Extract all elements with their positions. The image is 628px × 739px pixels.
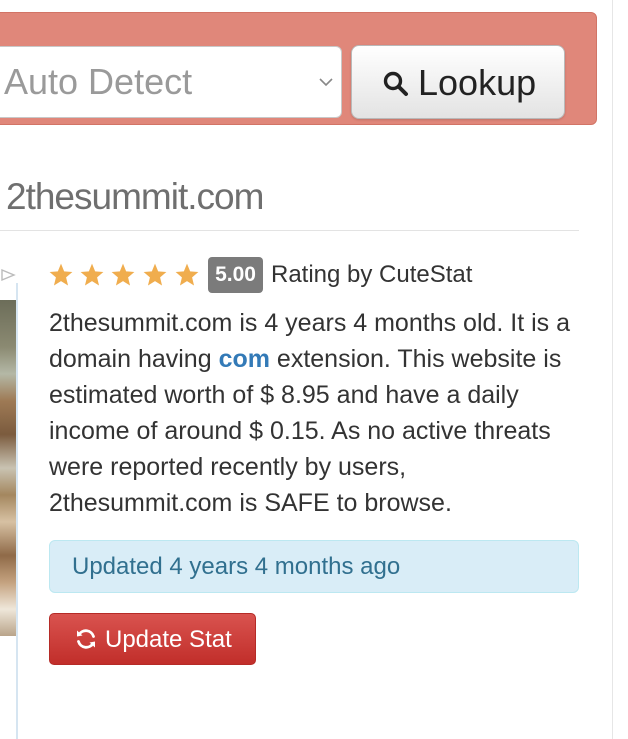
- type-select[interactable]: Auto Detect: [0, 46, 342, 118]
- lookup-button-label: Lookup: [418, 62, 537, 103]
- divider: [0, 230, 579, 231]
- rating-label: Rating by CuteStat: [271, 261, 473, 288]
- update-stat-label: Update Stat: [105, 626, 232, 653]
- refresh-icon: [77, 629, 95, 649]
- search-icon: [383, 71, 408, 96]
- chevron-down-icon: [319, 78, 333, 87]
- updated-text: Updated 4 years 4 months ago: [72, 553, 401, 580]
- search-bar: Auto Detect Lookup: [0, 12, 597, 125]
- site-description: 2thesummit.com is 4 years 4 months old. …: [49, 305, 589, 521]
- rating-stars: [48, 262, 203, 290]
- type-select-value: Auto Detect: [4, 61, 193, 102]
- site-thumbnail[interactable]: [0, 300, 16, 636]
- updated-alert: Updated 4 years 4 months ago: [49, 540, 579, 593]
- rating-score-badge: 5.00: [208, 257, 263, 293]
- page-title: 2thesummit.com: [6, 176, 264, 217]
- star-icon: [111, 263, 135, 286]
- page-edge: [612, 0, 613, 739]
- extension-link[interactable]: com: [219, 345, 270, 373]
- star-icon: [175, 263, 199, 286]
- star-icon: [80, 263, 104, 286]
- star-icon: [143, 263, 167, 286]
- update-stat-button[interactable]: Update Stat: [49, 613, 256, 665]
- lookup-button[interactable]: Lookup: [351, 45, 565, 119]
- star-icon: [49, 263, 73, 286]
- chevron-right-icon: [1, 268, 16, 282]
